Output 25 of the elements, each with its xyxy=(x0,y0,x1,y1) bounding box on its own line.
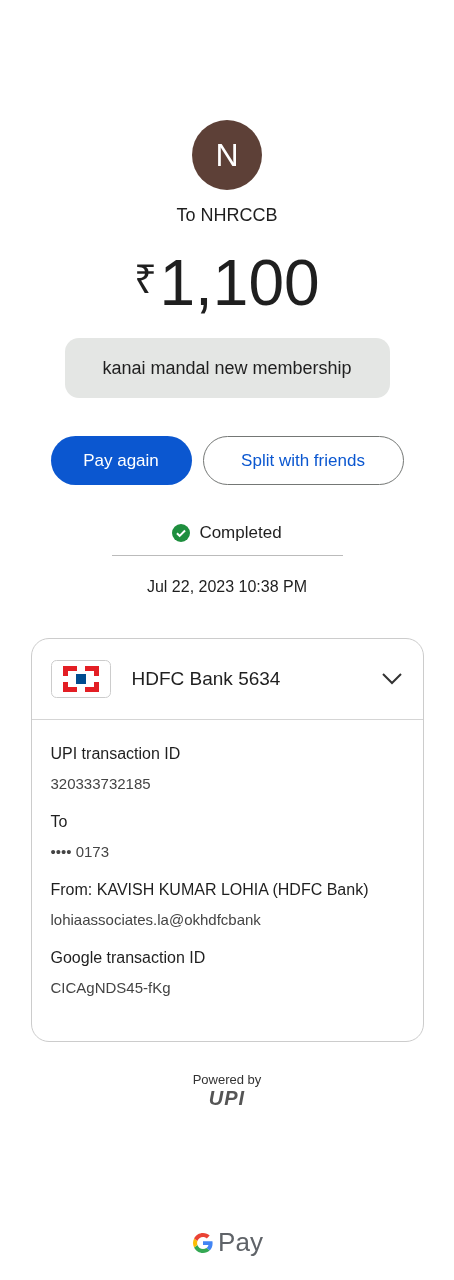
detail-value: CICAgNDS45-fKg xyxy=(50,978,172,998)
detail-label: To xyxy=(50,812,69,832)
check-circle-icon xyxy=(172,524,191,542)
powered-by-text: Powered by xyxy=(192,1072,262,1087)
brand-name: Pay xyxy=(218,1227,263,1258)
split-button[interactable]: Split with friends xyxy=(202,436,404,485)
detail-label: From: KAVISH KUMAR LOHIA (HDFC Bank) xyxy=(50,880,370,900)
avatar: N xyxy=(192,120,262,190)
detail-label: UPI transaction ID xyxy=(50,744,182,764)
payment-note: kanai mandal new membership xyxy=(64,338,390,398)
currency-symbol: ₹ xyxy=(134,256,158,303)
detail-value: 320333732185 xyxy=(50,774,152,794)
payee-name: To NHRCCB xyxy=(176,204,278,226)
amount-value: 1,100 xyxy=(159,248,320,318)
detail-value: •••• 0173 xyxy=(50,842,111,862)
chevron-down-icon[interactable] xyxy=(380,672,403,686)
transaction-date: Jul 22, 2023 10:38 PM xyxy=(146,578,308,596)
bank-logo-icon xyxy=(50,660,111,698)
status-label: Completed xyxy=(199,523,282,543)
upi-logo: UPI xyxy=(208,1087,246,1109)
bank-account-name: HDFC Bank 5634 xyxy=(131,668,282,690)
detail-label: Google transaction ID xyxy=(50,948,207,968)
pay-again-button[interactable]: Pay again xyxy=(50,436,192,485)
g-logo-icon xyxy=(191,1230,216,1255)
detail-value: lohiaassociates.la@okhdfcbank xyxy=(50,910,262,930)
